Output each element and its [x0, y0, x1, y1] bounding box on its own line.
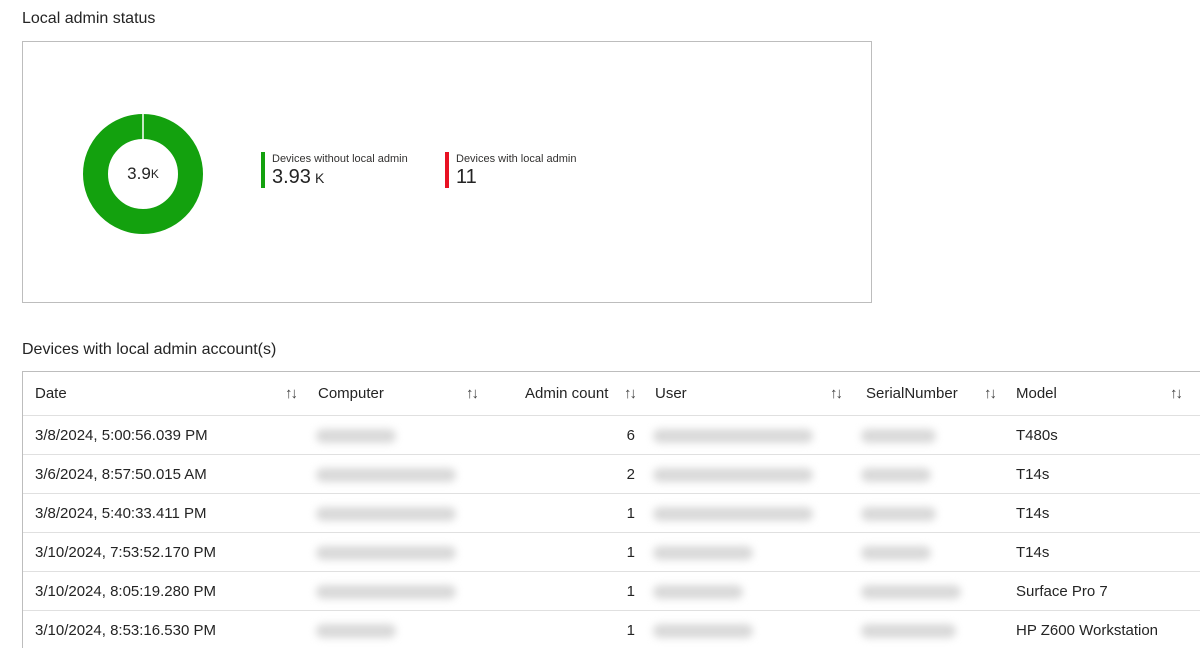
cell-admin-count: 1 [489, 610, 643, 648]
devices-table: Date ↑↓ Computer ↑↓ Admin count ↑↓ User ↑↓ S… [22, 371, 1200, 648]
cell-date: 3/8/2024, 5:00:56.039 PM [23, 415, 306, 455]
cell-computer-redacted [306, 454, 489, 494]
cell-date: 3/10/2024, 8:05:19.280 PM [23, 571, 306, 611]
cell-user-redacted [643, 415, 851, 455]
local-admin-status-title: Local admin status [22, 10, 156, 27]
column-header-computer[interactable]: Computer ↑↓ [306, 372, 489, 416]
legend-value: 3.93 K [272, 166, 325, 188]
table-row[interactable]: 3/8/2024, 5:00:56.039 PM 6 T480s [23, 415, 1200, 455]
sort-arrows-icon[interactable]: ↑↓ [1170, 385, 1183, 402]
cell-user-redacted [643, 493, 851, 533]
table-row[interactable]: 3/8/2024, 5:40:33.411 PM 1 T14s [23, 493, 1200, 533]
cell-model: T480s [1001, 415, 1200, 455]
column-header-admin-count[interactable]: Admin count ↑↓ [489, 372, 643, 416]
cell-computer-redacted [306, 571, 489, 611]
devices-table-title: Devices with local admin account(s) [22, 341, 277, 358]
cell-model: T14s [1001, 454, 1200, 494]
cell-user-redacted [643, 532, 851, 572]
local-admin-status-card: 3.9 K Devices without local admin 3.93 K D… [22, 41, 872, 303]
cell-computer-redacted [306, 610, 489, 648]
table-header-row: Date ↑↓ Computer ↑↓ Admin count ↑↓ User ↑↓ S… [23, 372, 1200, 416]
cell-computer-redacted [306, 493, 489, 533]
column-header-date[interactable]: Date ↑↓ [23, 372, 306, 416]
cell-serial-redacted [851, 610, 1001, 648]
table-row[interactable]: 3/10/2024, 8:05:19.280 PM 1 Surface Pro … [23, 571, 1200, 611]
column-header-user[interactable]: User ↑↓ [643, 372, 851, 416]
cell-serial-redacted [851, 454, 1001, 494]
sort-arrows-icon[interactable]: ↑↓ [624, 385, 637, 402]
donut-segment-without-local-admin[interactable] [83, 114, 203, 234]
cell-admin-count: 1 [489, 571, 643, 611]
table-row[interactable]: 3/10/2024, 8:53:16.530 PM 1 HP Z600 Work… [23, 610, 1200, 648]
cell-computer-redacted [306, 415, 489, 455]
column-header-model[interactable]: Model ↑↓ [1001, 372, 1200, 416]
cell-user-redacted [643, 571, 851, 611]
cell-model: Surface Pro 7 [1001, 571, 1200, 611]
cell-serial-redacted [851, 571, 1001, 611]
cell-model: HP Z600 Workstation [1001, 610, 1200, 648]
sort-arrows-icon[interactable]: ↑↓ [984, 385, 997, 402]
legend-devices-with-local-admin[interactable]: Devices with local admin 11 [445, 152, 576, 188]
legend-label: Devices without local admin [272, 153, 408, 165]
cell-model: T14s [1001, 532, 1200, 572]
legend-value: 11 [456, 166, 477, 188]
cell-computer-redacted [306, 532, 489, 572]
cell-admin-count: 6 [489, 415, 643, 455]
sort-arrows-icon[interactable]: ↑↓ [285, 385, 298, 402]
sort-arrows-icon[interactable]: ↑↓ [830, 385, 843, 402]
cell-serial-redacted [851, 532, 1001, 572]
cell-date: 3/10/2024, 7:53:52.170 PM [23, 532, 306, 572]
table-row[interactable]: 3/6/2024, 8:57:50.015 AM 2 T14s [23, 454, 1200, 494]
legend-devices-without-local-admin[interactable]: Devices without local admin 3.93 K [261, 152, 408, 188]
cell-user-redacted [643, 610, 851, 648]
cell-admin-count: 1 [489, 532, 643, 572]
cell-serial-redacted [851, 415, 1001, 455]
donut-chart[interactable] [83, 114, 203, 234]
column-header-serial-number[interactable]: SerialNumber ↑↓ [851, 372, 1001, 416]
cell-date: 3/10/2024, 8:53:16.530 PM [23, 610, 306, 648]
legend-label: Devices with local admin [456, 153, 577, 165]
cell-admin-count: 1 [489, 493, 643, 533]
sort-arrows-icon[interactable]: ↑↓ [466, 385, 479, 402]
cell-model: T14s [1001, 493, 1200, 533]
cell-serial-redacted [851, 493, 1001, 533]
cell-admin-count: 2 [489, 454, 643, 494]
table-row[interactable]: 3/10/2024, 7:53:52.170 PM 1 T14s [23, 532, 1200, 572]
cell-date: 3/8/2024, 5:40:33.411 PM [23, 493, 306, 533]
cell-date: 3/6/2024, 8:57:50.015 AM [23, 454, 306, 494]
cell-user-redacted [643, 454, 851, 494]
